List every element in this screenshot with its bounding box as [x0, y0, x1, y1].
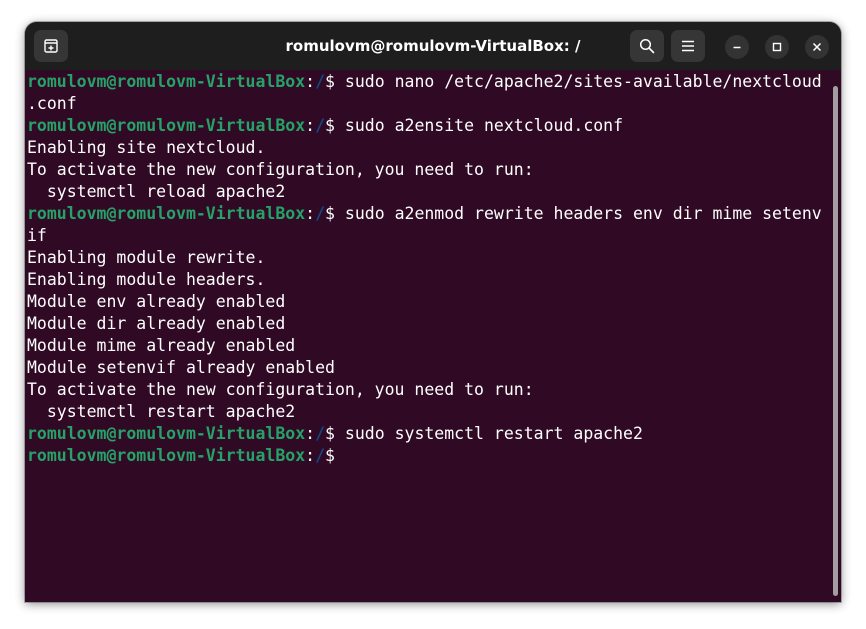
terminal-window: romulovm@romulovm-VirtualBox: / romulovm… — [25, 22, 841, 602]
terminal-line: .conf — [27, 94, 77, 113]
command-text: sudo a2ensite nextcloud.conf — [344, 116, 624, 135]
prompt-user: romulovm@romulovm-VirtualBox — [27, 424, 306, 443]
command-text: sudo systemctl restart apache2 — [344, 424, 643, 443]
terminal-line: To activate the new configuration, you n… — [27, 380, 534, 399]
terminal-line: Enabling site nextcloud. — [27, 138, 266, 157]
prompt-symbol: $ — [325, 116, 345, 135]
prompt-path: / — [315, 424, 326, 443]
maximize-button[interactable] — [765, 35, 789, 59]
prompt-user: romulovm@romulovm-VirtualBox — [27, 204, 306, 223]
prompt-path: / — [315, 204, 326, 223]
terminal-line: Module mime already enabled — [27, 336, 296, 355]
prompt-symbol: $ — [325, 72, 345, 91]
prompt-user: romulovm@romulovm-VirtualBox — [27, 116, 306, 135]
command-text: sudo a2enmod rewrite headers env dir mim… — [344, 204, 822, 223]
search-icon — [639, 38, 655, 54]
prompt-colon: : — [305, 72, 316, 91]
minimize-icon — [733, 46, 741, 49]
terminal-line: Module setenvif already enabled — [27, 358, 335, 377]
hamburger-menu-icon — [682, 40, 694, 52]
terminal-line: Module env already enabled — [27, 292, 286, 311]
terminal-output[interactable]: romulovm@romulovm-VirtualBox:/$ sudo nan… — [25, 70, 841, 602]
prompt-user: romulovm@romulovm-VirtualBox — [27, 446, 306, 465]
close-button[interactable] — [805, 35, 829, 59]
terminal-line: Module dir already enabled — [27, 314, 286, 333]
terminal-line: systemctl restart apache2 — [27, 402, 296, 421]
minimize-button[interactable] — [725, 35, 749, 59]
vertical-scrollbar[interactable] — [833, 86, 838, 596]
prompt-symbol: $ — [325, 424, 345, 443]
terminal-line: romulovm@romulovm-VirtualBox:/$ sudo nan… — [27, 71, 822, 93]
prompt-colon: : — [305, 204, 316, 223]
prompt-colon: : — [305, 116, 316, 135]
terminal-line: romulovm@romulovm-VirtualBox:/$ — [27, 445, 345, 467]
terminal-line: Enabling module rewrite. — [27, 248, 266, 267]
terminal-line: romulovm@romulovm-VirtualBox:/$ sudo a2e… — [27, 203, 822, 225]
prompt-symbol: $ — [325, 204, 345, 223]
terminal-line: systemctl reload apache2 — [27, 182, 286, 201]
prompt-path: / — [315, 72, 326, 91]
terminal-line: if — [27, 226, 47, 245]
terminal-line: romulovm@romulovm-VirtualBox:/$ sudo sys… — [27, 423, 643, 445]
window-title: romulovm@romulovm-VirtualBox: / — [285, 37, 581, 55]
new-tab-icon — [44, 39, 58, 53]
prompt-symbol: $ — [325, 446, 345, 465]
prompt-path: / — [315, 116, 326, 135]
prompt-path: / — [315, 446, 326, 465]
prompt-colon: : — [305, 424, 316, 443]
prompt-colon: : — [305, 446, 316, 465]
terminal-line: To activate the new configuration, you n… — [27, 160, 534, 179]
title-bar[interactable]: romulovm@romulovm-VirtualBox: / — [25, 22, 841, 70]
menu-button[interactable] — [671, 30, 705, 62]
terminal-line: Enabling module headers. — [27, 270, 266, 289]
new-tab-button[interactable] — [34, 30, 68, 62]
maximize-icon — [772, 42, 782, 52]
search-button[interactable] — [630, 30, 664, 62]
prompt-user: romulovm@romulovm-VirtualBox — [27, 72, 306, 91]
close-icon — [812, 42, 822, 52]
command-text: sudo nano /etc/apache2/sites-available/n… — [344, 72, 822, 91]
terminal-line: romulovm@romulovm-VirtualBox:/$ sudo a2e… — [27, 115, 623, 137]
